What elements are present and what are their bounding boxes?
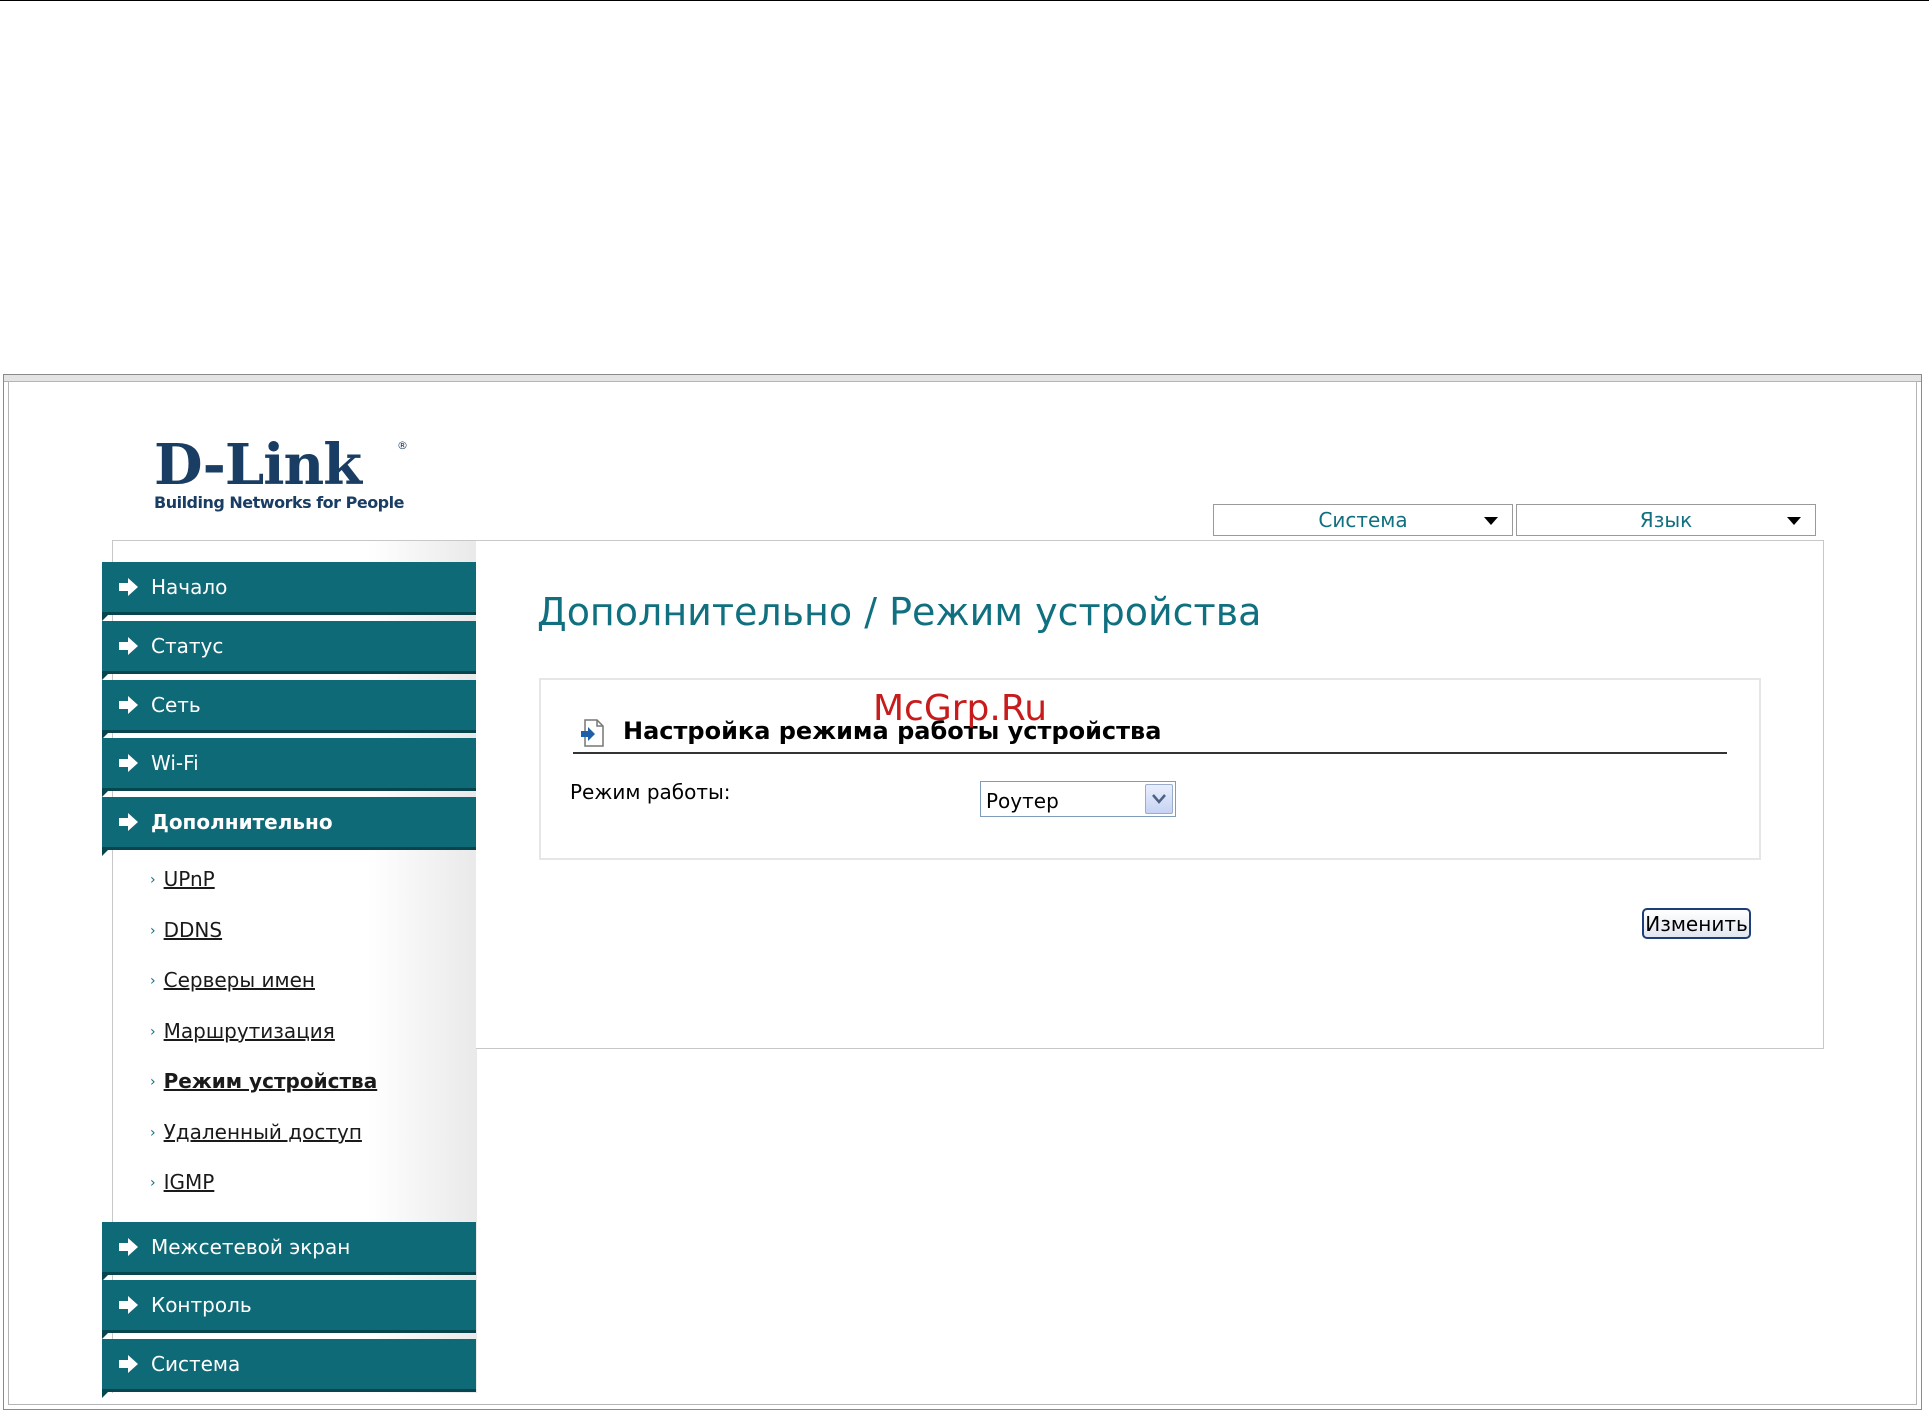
arrow-right-icon [119,696,139,714]
mode-label: Режим работы: [570,780,731,804]
arrow-right-icon [119,1238,139,1256]
sidebar-item-control[interactable]: Контроль [102,1280,476,1339]
sidebar-subitem-remote-access[interactable]: › Удаленный доступ [150,1120,362,1144]
language-menu-dropdown[interactable]: Язык [1516,504,1816,536]
arrow-right-icon [119,813,139,831]
logo-tagline: Building Networks for People [154,493,404,512]
system-menu-label: Система [1318,508,1408,532]
sidebar-item-label: Межсетевой экран [151,1235,351,1259]
bullet-icon: › [150,1074,156,1090]
sidebar-item-label: Дополнительно [151,810,333,834]
sidebar-item-home[interactable]: Начало [102,562,476,621]
sidebar-item-network[interactable]: Сеть [102,680,476,739]
subitem-label: IGMP [163,1170,215,1194]
subitem-label: Удаленный доступ [163,1120,362,1144]
sidebar-subitem-routing[interactable]: › Маршрутизация [150,1019,335,1043]
dlink-logo[interactable]: D-Link ® Building Networks for People [154,432,408,512]
section-divider [573,752,1727,754]
sidebar-item-wifi[interactable]: Wi-Fi [102,738,476,797]
sidebar-item-advanced[interactable]: Дополнительно [102,797,476,856]
change-button[interactable]: Изменить [1642,908,1751,939]
language-menu-label: Язык [1639,508,1693,532]
subitem-label: Маршрутизация [163,1019,335,1043]
subitem-label: UPnP [163,867,215,891]
logo-wordmark: D-Link [154,432,362,498]
chevron-down-icon [1787,517,1801,525]
sidebar-subitem-ddns[interactable]: › DDNS [150,918,222,942]
bullet-icon: › [150,872,156,888]
subitem-label: Режим устройства [163,1069,378,1093]
arrow-right-icon [119,578,139,596]
document-arrow-icon [580,719,606,751]
bullet-icon: › [150,1175,156,1191]
arrow-right-icon [119,1296,139,1314]
sidebar-item-label: Начало [151,575,228,599]
sidebar-subitem-igmp[interactable]: › IGMP [150,1170,214,1194]
sidebar-item-firewall[interactable]: Межсетевой экран [102,1222,476,1281]
sidebar-item-label: Система [151,1352,241,1376]
bullet-icon: › [150,923,156,939]
sidebar-item-label: Статус [151,634,224,658]
chevron-down-icon[interactable] [1145,784,1173,814]
sidebar-subitem-name-servers[interactable]: › Серверы имен [150,968,315,992]
top-border-line [0,0,1929,1]
arrow-right-icon [119,1355,139,1373]
subitem-label: DDNS [163,918,223,942]
bullet-icon: › [150,1125,156,1141]
bullet-icon: › [150,973,156,989]
sidebar-subitem-upnp[interactable]: › UPnP [150,867,215,891]
arrow-right-icon [119,637,139,655]
subitem-label: Серверы имен [163,968,315,992]
arrow-right-icon [119,754,139,772]
sidebar-item-label: Сеть [151,693,201,717]
sidebar-item-status[interactable]: Статус [102,621,476,680]
page-title: Дополнительно / Режим устройства [537,590,1262,634]
sidebar-subitem-device-mode[interactable]: › Режим устройства [150,1069,377,1093]
settings-box [539,678,1761,860]
sidebar-item-label: Контроль [151,1293,252,1317]
sidebar-top-divider [112,540,476,541]
bullet-icon: › [150,1024,156,1040]
mode-select-value: Роутер [986,789,1059,813]
logo-registered-mark: ® [397,439,408,452]
sidebar-item-label: Wi-Fi [151,751,199,775]
sidebar-item-system[interactable]: Система [102,1339,476,1398]
chevron-down-icon [1484,517,1498,525]
system-menu-dropdown[interactable]: Система [1213,504,1513,536]
mode-select[interactable]: Роутер [980,781,1176,817]
watermark: McGrp.Ru [873,688,1048,729]
